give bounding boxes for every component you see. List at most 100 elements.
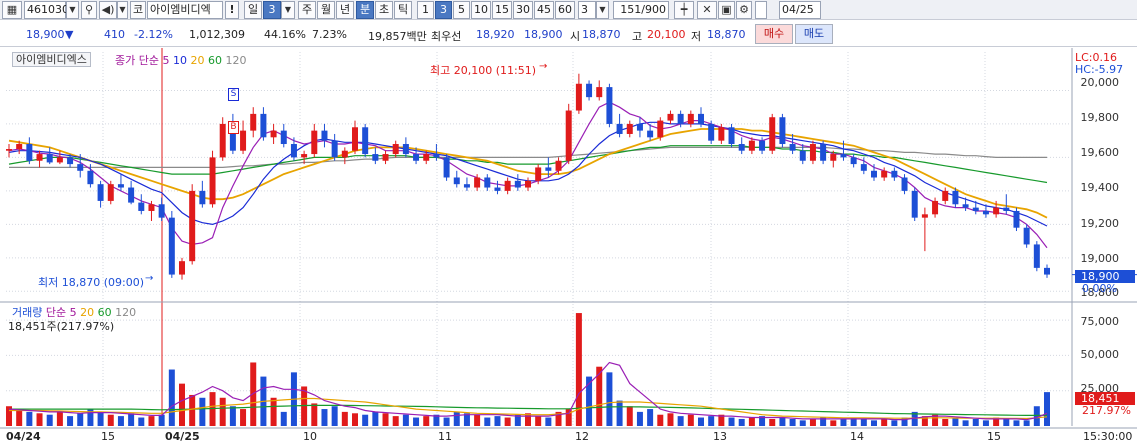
- candle-body: [698, 113, 704, 124]
- candle-body: [748, 140, 755, 151]
- candle-body: [280, 130, 287, 145]
- buy-button[interactable]: 매수: [755, 24, 793, 44]
- volume-bar: [962, 420, 969, 426]
- volume-bar: [179, 383, 185, 426]
- volume-bar: [199, 397, 206, 426]
- candle-body: [830, 154, 837, 161]
- candle-body: [565, 110, 572, 161]
- volume-tick: 75,000: [1080, 315, 1120, 328]
- open-price: 18,870: [582, 28, 621, 41]
- x-axis-label: 11: [438, 430, 452, 443]
- buy-signal-badge[interactable]: B: [228, 121, 239, 134]
- period-week-button[interactable]: 주: [298, 1, 316, 19]
- bar-count-field[interactable]: 151/900: [613, 1, 669, 19]
- volume-bar: [301, 386, 308, 426]
- period-minute-button[interactable]: 분: [356, 1, 374, 19]
- stock-name-field[interactable]: 아이엠비디엑: [147, 1, 223, 19]
- bar-count-total: /900: [641, 3, 666, 16]
- stock-code-input[interactable]: 461030: [24, 1, 69, 19]
- candle-body: [952, 190, 959, 205]
- candle-body: [453, 177, 460, 185]
- custom-interval-input[interactable]: 3: [578, 1, 596, 19]
- grid-menu-icon[interactable]: ▦: [2, 1, 22, 19]
- save-icon[interactable]: ▣: [718, 1, 735, 19]
- sound-dropdown-icon[interactable]: ▼: [117, 1, 128, 19]
- candle-body: [392, 144, 399, 155]
- volume-bar: [677, 416, 684, 426]
- warning-button[interactable]: !: [225, 1, 239, 19]
- candle-body: [759, 140, 766, 151]
- x-axis-label: 13: [713, 430, 727, 443]
- interval-1-button[interactable]: 1: [417, 1, 434, 19]
- volume-bar: [453, 411, 460, 426]
- candle-body: [1013, 210, 1020, 228]
- period-count-dropdown-icon[interactable]: ▼: [281, 1, 295, 19]
- interval-15-button[interactable]: 15: [492, 1, 512, 19]
- custom-interval-dropdown-icon[interactable]: ▼: [596, 1, 609, 19]
- draw-tool-icon[interactable]: ✕: [697, 1, 717, 19]
- sell-signal-badge[interactable]: S: [228, 88, 239, 101]
- volume-bar: [779, 417, 786, 426]
- volume-bar: [545, 417, 552, 426]
- volume-bar: [748, 417, 755, 426]
- price-tick: 19,000: [1080, 252, 1120, 265]
- interval-30-button[interactable]: 30: [513, 1, 533, 19]
- candle-body: [881, 170, 888, 178]
- candle-body: [260, 113, 267, 138]
- high-label: 고: [632, 30, 643, 43]
- x-axis-label: 12: [575, 430, 589, 443]
- candle-body: [647, 130, 654, 138]
- period-tick-button[interactable]: 틱: [394, 1, 412, 19]
- period-count-field[interactable]: 3: [263, 1, 281, 19]
- volume-bar: [219, 397, 226, 426]
- interval-60-button[interactable]: 60: [555, 1, 575, 19]
- sell-button[interactable]: 매도: [795, 24, 833, 44]
- candle-body: [911, 190, 918, 218]
- volume-bar: [36, 413, 43, 426]
- candle-type-icon[interactable]: ┿: [674, 1, 694, 19]
- interval-10-button[interactable]: 10: [471, 1, 491, 19]
- volume-bar: [799, 420, 806, 426]
- volume-bar: [107, 414, 114, 426]
- candle-body: [199, 190, 206, 205]
- candle-body: [474, 177, 481, 188]
- candle-body: [311, 130, 318, 155]
- volume-bar: [687, 414, 694, 426]
- candle-body: [87, 170, 94, 185]
- price-change-pct: -2.12%: [134, 28, 173, 41]
- code-dropdown-icon[interactable]: ▼: [66, 1, 79, 19]
- interval-3-button[interactable]: 3: [435, 1, 452, 19]
- interval-45-button[interactable]: 45: [534, 1, 554, 19]
- candle-body: [443, 157, 450, 178]
- chart-area[interactable]: 아이엠비디엑스 종가 단순 5 10 20 60 120 LC:0.16 HC:…: [0, 48, 1137, 448]
- gear-icon[interactable]: ⚙: [736, 1, 752, 19]
- price-change: 410: [104, 28, 125, 41]
- period-year-button[interactable]: 년: [336, 1, 354, 19]
- low-annotation: 최저 18,870 (09:00): [38, 276, 145, 289]
- date-field[interactable]: 04/25: [779, 1, 821, 19]
- low-arrow-icon: →: [145, 273, 154, 284]
- stock-tag[interactable]: 아이엠비디엑스: [12, 52, 91, 67]
- candle-body: [250, 113, 257, 131]
- price-legend-prefix: 종가 단순: [115, 54, 159, 67]
- candle-body: [993, 207, 1000, 215]
- interval-5-button[interactable]: 5: [453, 1, 470, 19]
- period-second-button[interactable]: 초: [375, 1, 393, 19]
- candle-body: [138, 202, 145, 211]
- volume-bar: [321, 409, 328, 426]
- candlestick-chart[interactable]: [0, 48, 1137, 448]
- sound-icon[interactable]: ◀): [99, 1, 117, 19]
- volume-bar: [148, 416, 155, 426]
- candle-body: [871, 170, 877, 178]
- x-axis-label: 04/24: [6, 430, 41, 443]
- search-icon[interactable]: ⚲: [81, 1, 97, 19]
- date-checkbox[interactable]: [755, 1, 767, 19]
- period-day-button[interactable]: 일: [244, 1, 262, 19]
- volume-bar: [372, 411, 379, 426]
- period-month-button[interactable]: 월: [317, 1, 335, 19]
- price-tick: 19,400: [1080, 181, 1120, 194]
- candle-body: [240, 130, 247, 151]
- candles: [6, 73, 1050, 280]
- candle-body: [504, 180, 511, 191]
- candle-body: [535, 167, 542, 181]
